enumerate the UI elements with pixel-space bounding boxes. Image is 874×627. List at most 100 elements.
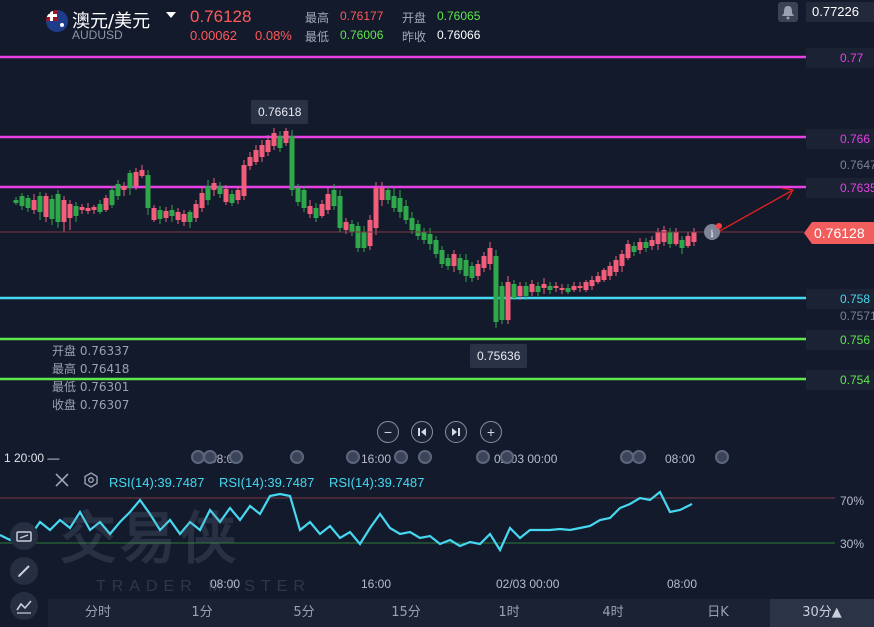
candle (187, 210, 193, 228)
candle-body (283, 131, 289, 143)
candle-body (559, 288, 565, 290)
low-callout: 0.75636 (470, 344, 528, 368)
candle-body (127, 173, 133, 188)
event-dot[interactable] (500, 450, 514, 464)
candle (289, 130, 295, 196)
candle-body (493, 256, 499, 322)
axis-tick-075719: 0.75719 (840, 309, 874, 323)
candle (601, 268, 607, 282)
candle (175, 208, 181, 224)
rsi-lower-label: 30% (840, 537, 865, 551)
level-tag-077: 0.77 (806, 48, 874, 68)
candle-body (577, 286, 583, 288)
candle-body (583, 282, 589, 290)
event-dot[interactable] (394, 450, 408, 464)
candle-body (115, 184, 121, 196)
candle (163, 207, 169, 222)
tab-1min[interactable]: 1分 (162, 599, 242, 627)
candle-body (169, 210, 175, 216)
tab-30min[interactable]: 30分▲ (770, 599, 874, 627)
candle (397, 190, 403, 218)
candle (409, 212, 415, 234)
settings-icon[interactable] (83, 472, 99, 493)
close-icon[interactable] (54, 472, 70, 493)
candle (655, 228, 661, 250)
candle (79, 204, 85, 214)
candle (481, 252, 487, 272)
event-dot[interactable] (476, 450, 490, 464)
candle (67, 200, 73, 230)
candle-body (163, 211, 169, 218)
candle-body (469, 266, 475, 278)
candle-body (397, 198, 403, 212)
candle-body (379, 188, 385, 200)
step-forward-button[interactable] (445, 421, 467, 443)
tab-daily[interactable]: 日K (678, 599, 758, 627)
candle-body (229, 194, 235, 203)
step-back-button[interactable] (411, 421, 433, 443)
candle (499, 282, 505, 324)
candle (373, 182, 379, 235)
event-dot[interactable] (715, 450, 729, 464)
candle-body (517, 286, 523, 296)
candle (391, 188, 397, 212)
event-dot[interactable] (418, 450, 432, 464)
tab-tick[interactable]: 分时 (58, 599, 138, 627)
tab-4h[interactable]: 4时 (573, 599, 653, 627)
tab-5min[interactable]: 5分 (264, 599, 344, 627)
candle (385, 186, 391, 204)
candle (61, 196, 67, 232)
candle (199, 188, 205, 212)
zoom-out-button[interactable]: − (377, 421, 399, 443)
candle-body (55, 194, 61, 222)
event-dot[interactable] (632, 450, 646, 464)
candle-body (649, 240, 655, 246)
candle (583, 280, 589, 292)
candle (217, 182, 223, 198)
candle (433, 236, 439, 258)
candle-body (223, 189, 229, 202)
event-dot[interactable] (346, 450, 360, 464)
candle (577, 282, 583, 292)
candle (127, 170, 133, 195)
indicator-button[interactable] (10, 522, 38, 550)
candle (415, 220, 421, 240)
candle (361, 226, 367, 252)
draw-pen-button[interactable] (10, 557, 38, 585)
candle-body (385, 190, 391, 200)
candle (571, 282, 577, 292)
candle-body (97, 204, 103, 212)
event-dot[interactable] (203, 450, 217, 464)
candle-body (463, 260, 469, 276)
zoom-in-button[interactable]: + (480, 421, 502, 443)
tab-1h[interactable]: 1时 (469, 599, 549, 627)
event-dot[interactable] (229, 450, 243, 464)
time-label-0800b: 08:00 (665, 452, 696, 466)
event-dot[interactable] (290, 450, 304, 464)
candle-body (307, 206, 313, 214)
candle-body (421, 232, 427, 240)
trend-arrow-line[interactable] (717, 189, 794, 233)
candle-body (427, 234, 433, 244)
candle-body (91, 207, 97, 210)
candle (307, 200, 313, 218)
candle-body (73, 206, 79, 216)
trend-button[interactable] (10, 592, 38, 620)
candle (73, 202, 79, 222)
candle (259, 140, 265, 162)
watermark-logo: 交易侠 (60, 507, 240, 572)
candle (487, 242, 493, 270)
candle (427, 228, 433, 250)
ohlc-close: 收盘 0.76307 (52, 398, 130, 412)
candle-body (49, 199, 55, 219)
candle (469, 262, 475, 282)
candle (103, 195, 109, 212)
candle-body (499, 286, 505, 320)
candle-body (457, 258, 463, 270)
candle (301, 186, 307, 212)
candle-body (433, 240, 439, 254)
candle-body (247, 157, 253, 166)
candle-body (79, 207, 85, 210)
candle (145, 170, 151, 215)
tab-15min[interactable]: 15分 (366, 599, 446, 627)
